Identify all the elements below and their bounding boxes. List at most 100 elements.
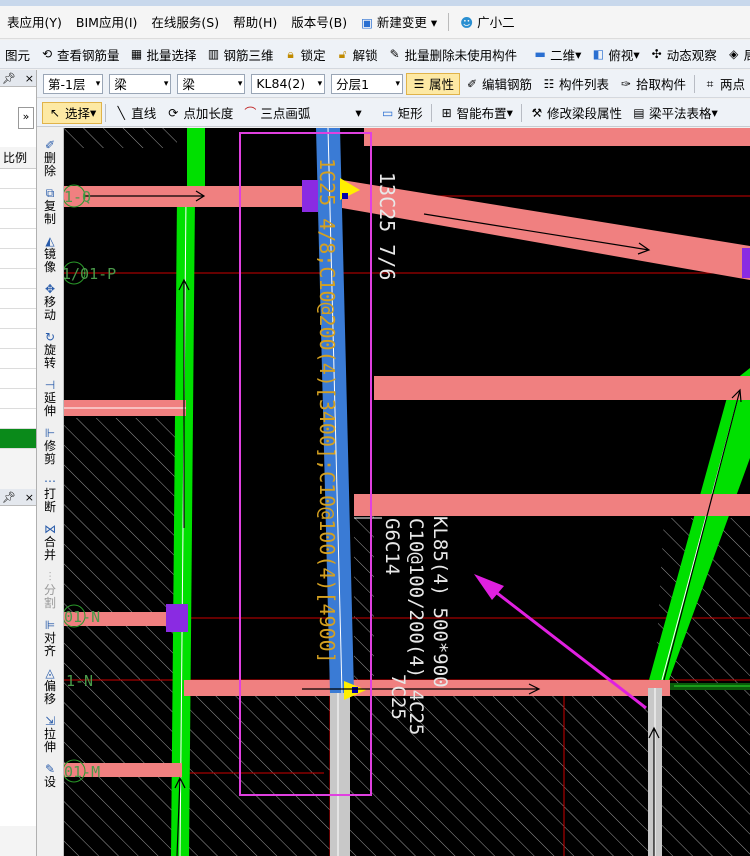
kl85-annotation-line-4: 7C25: [387, 674, 409, 720]
menu-bar: 表应用(Y) BIM应用(I) 在线服务(S) 帮助(H) 版本号(B) ▣ 新…: [0, 6, 750, 39]
edit-rebar-button[interactable]: ✐ 编辑钢筋: [460, 73, 537, 95]
property-row[interactable]: [0, 169, 36, 189]
property-row[interactable]: [0, 289, 36, 309]
property-row[interactable]: [0, 369, 36, 389]
break-tool[interactable]: ⋯ 打断: [37, 474, 63, 514]
property-row[interactable]: [0, 269, 36, 289]
menu-assistant[interactable]: ☻ 广小二: [453, 6, 522, 38]
rectangle-button[interactable]: ▭ 矩形: [376, 102, 428, 124]
unlock-button[interactable]: 🔓︎ 解锁: [331, 43, 383, 65]
panel-column-label: 比例: [0, 147, 36, 169]
drawing-canvas[interactable]: 1-Q 1/01-P 01-N 1-N 01-M 1C25 4/8;C10@20…: [64, 128, 750, 856]
menu-bim[interactable]: BIM应用(I): [69, 6, 145, 38]
move-tool[interactable]: ✥ 移动: [37, 282, 63, 322]
menu-table-app[interactable]: 表应用(Y): [0, 6, 69, 38]
pin-icon: 📌︎: [2, 490, 16, 504]
copy-tool[interactable]: ⧉ 复制: [37, 186, 63, 226]
toolbar-draw: ↖ 选择 ▾ ╲ 直线 ⟳ 点加长度 ⌒ 三点画弧 ▾ ▭ 矩形 ⊞ 智能布置 ▾ ⚒ 修改梁…: [0, 99, 750, 127]
close-icon[interactable]: ×: [25, 72, 34, 85]
local-view-button[interactable]: ◈局部: [722, 43, 750, 65]
batch-delete-button[interactable]: ✎ 批量删除未使用构件: [383, 43, 523, 65]
rebar-3d-button[interactable]: ▥ 钢筋三维: [202, 43, 279, 65]
property-row-selected[interactable]: [0, 429, 36, 449]
rebar-icon: ⟲: [41, 47, 53, 61]
property-row[interactable]: [0, 389, 36, 409]
chevron-down-icon: ▾: [395, 78, 400, 89]
element-list-button[interactable]: ☷ 构件列表: [537, 73, 614, 95]
property-row[interactable]: [0, 249, 36, 269]
menu-help[interactable]: 帮助(H): [226, 6, 284, 38]
property-row[interactable]: [0, 189, 36, 209]
beam-table-button[interactable]: ▤ 梁平法表格 ▾: [627, 102, 723, 124]
endpoint-grip[interactable]: [352, 687, 358, 693]
beam-diagonal[interactable]: [342, 180, 750, 280]
top-view-button[interactable]: ◧ 俯视 ▾: [586, 43, 644, 65]
orbit-icon: ✣: [651, 47, 662, 61]
panel-expand-button[interactable]: »: [18, 107, 34, 129]
line-icon: ╲: [117, 105, 125, 120]
arc-icon: ⌒: [244, 105, 257, 120]
view-2d-button[interactable]: ▬ 二维 ▾: [528, 43, 586, 65]
mirror-tool[interactable]: ◭ 镜像: [37, 234, 63, 274]
subtype-select[interactable]: 梁 ▾: [177, 73, 246, 94]
grip-marker[interactable]: [166, 604, 188, 632]
lock-button[interactable]: 🔒︎ 锁定: [279, 43, 331, 65]
point-length-button[interactable]: ⟳ 点加长度: [161, 102, 238, 124]
property-row[interactable]: [0, 349, 36, 369]
endpoint-grip[interactable]: [342, 193, 348, 199]
chevron-down-icon: ▾: [95, 78, 101, 89]
modify-beam-segment-button[interactable]: ⚒ 修改梁段属性: [525, 102, 627, 124]
property-row[interactable]: [0, 329, 36, 349]
smart-layout-button[interactable]: ⊞ 智能布置 ▾: [435, 102, 518, 124]
property-row[interactable]: [0, 309, 36, 329]
axis-label-1-q: 1-Q: [64, 188, 91, 206]
three-point-arc-button[interactable]: ⌒ 三点画弧: [238, 102, 315, 124]
element-select[interactable]: KL84(2) ▾: [251, 73, 326, 94]
menu-version[interactable]: 版本号(B): [284, 6, 354, 38]
grip-marker[interactable]: [742, 248, 750, 278]
rectangle-icon: ▭: [381, 105, 394, 120]
assistant-icon: ☻: [460, 14, 474, 30]
beam-top[interactable]: [364, 128, 750, 146]
arc-dropdown[interactable]: ▾: [315, 102, 375, 124]
beam-lower[interactable]: [354, 494, 750, 516]
select-button[interactable]: ↖ 选择 ▾: [42, 101, 103, 124]
pick-element-button[interactable]: ✑ 拾取构件: [614, 73, 691, 95]
two-point-button[interactable]: ⌗ 两点: [698, 73, 750, 95]
offset-tool[interactable]: ◬ 偏移: [37, 666, 63, 706]
rotate-tool[interactable]: ↻ 旋转: [37, 330, 63, 370]
line-button[interactable]: ╲ 直线: [109, 102, 161, 124]
orbit-button[interactable]: ✣ 动态观察: [645, 43, 722, 65]
close-icon[interactable]: ×: [25, 491, 34, 504]
settings-tool[interactable]: ✎ 设: [37, 762, 63, 789]
element-button[interactable]: 图元: [0, 43, 35, 65]
property-row[interactable]: [0, 409, 36, 429]
green-wall[interactable]: [187, 128, 205, 196]
toolbar-separator: [694, 74, 695, 93]
floor-select[interactable]: 第-1层 ▾: [43, 73, 104, 94]
panel-body: [0, 506, 36, 826]
beam-middle[interactable]: [374, 376, 750, 400]
menu-new-change[interactable]: ▣ 新建变更 ▾: [354, 6, 444, 38]
type-select[interactable]: 梁 ▾: [109, 73, 172, 94]
trim-tool[interactable]: ⊩ 修剪: [37, 426, 63, 466]
delete-tool[interactable]: ✐ 删除: [37, 138, 63, 178]
grey-column[interactable]: [330, 688, 350, 856]
left-panel: 📌︎ × » 比例 📌︎ ×: [0, 70, 37, 856]
property-row[interactable]: [0, 229, 36, 249]
merge-tool[interactable]: ⋈ 合并: [37, 522, 63, 562]
align-tool[interactable]: ⊫ 对齐: [37, 618, 63, 658]
split-tool[interactable]: ⫶ 分割: [37, 570, 63, 610]
chevron-down-icon: ▾: [237, 78, 243, 89]
batch-select-button[interactable]: ▦ 批量选择: [125, 43, 202, 65]
view-rebar-button[interactable]: ⟲ 查看钢筋量: [35, 43, 125, 65]
kl85-annotation-line-3: G6C14: [381, 518, 403, 575]
properties-button[interactable]: ☰ 属性: [405, 72, 460, 95]
layer-select[interactable]: 分层1 ▾: [331, 73, 403, 94]
extend-tool[interactable]: ⊣ 延伸: [37, 378, 63, 418]
stretch-tool[interactable]: ⇲ 拉伸: [37, 714, 63, 754]
rectangle-icon: ▬: [534, 47, 546, 61]
copy-icon: ⧉: [45, 186, 55, 200]
menu-online-service[interactable]: 在线服务(S): [144, 6, 226, 38]
property-row[interactable]: [0, 209, 36, 229]
